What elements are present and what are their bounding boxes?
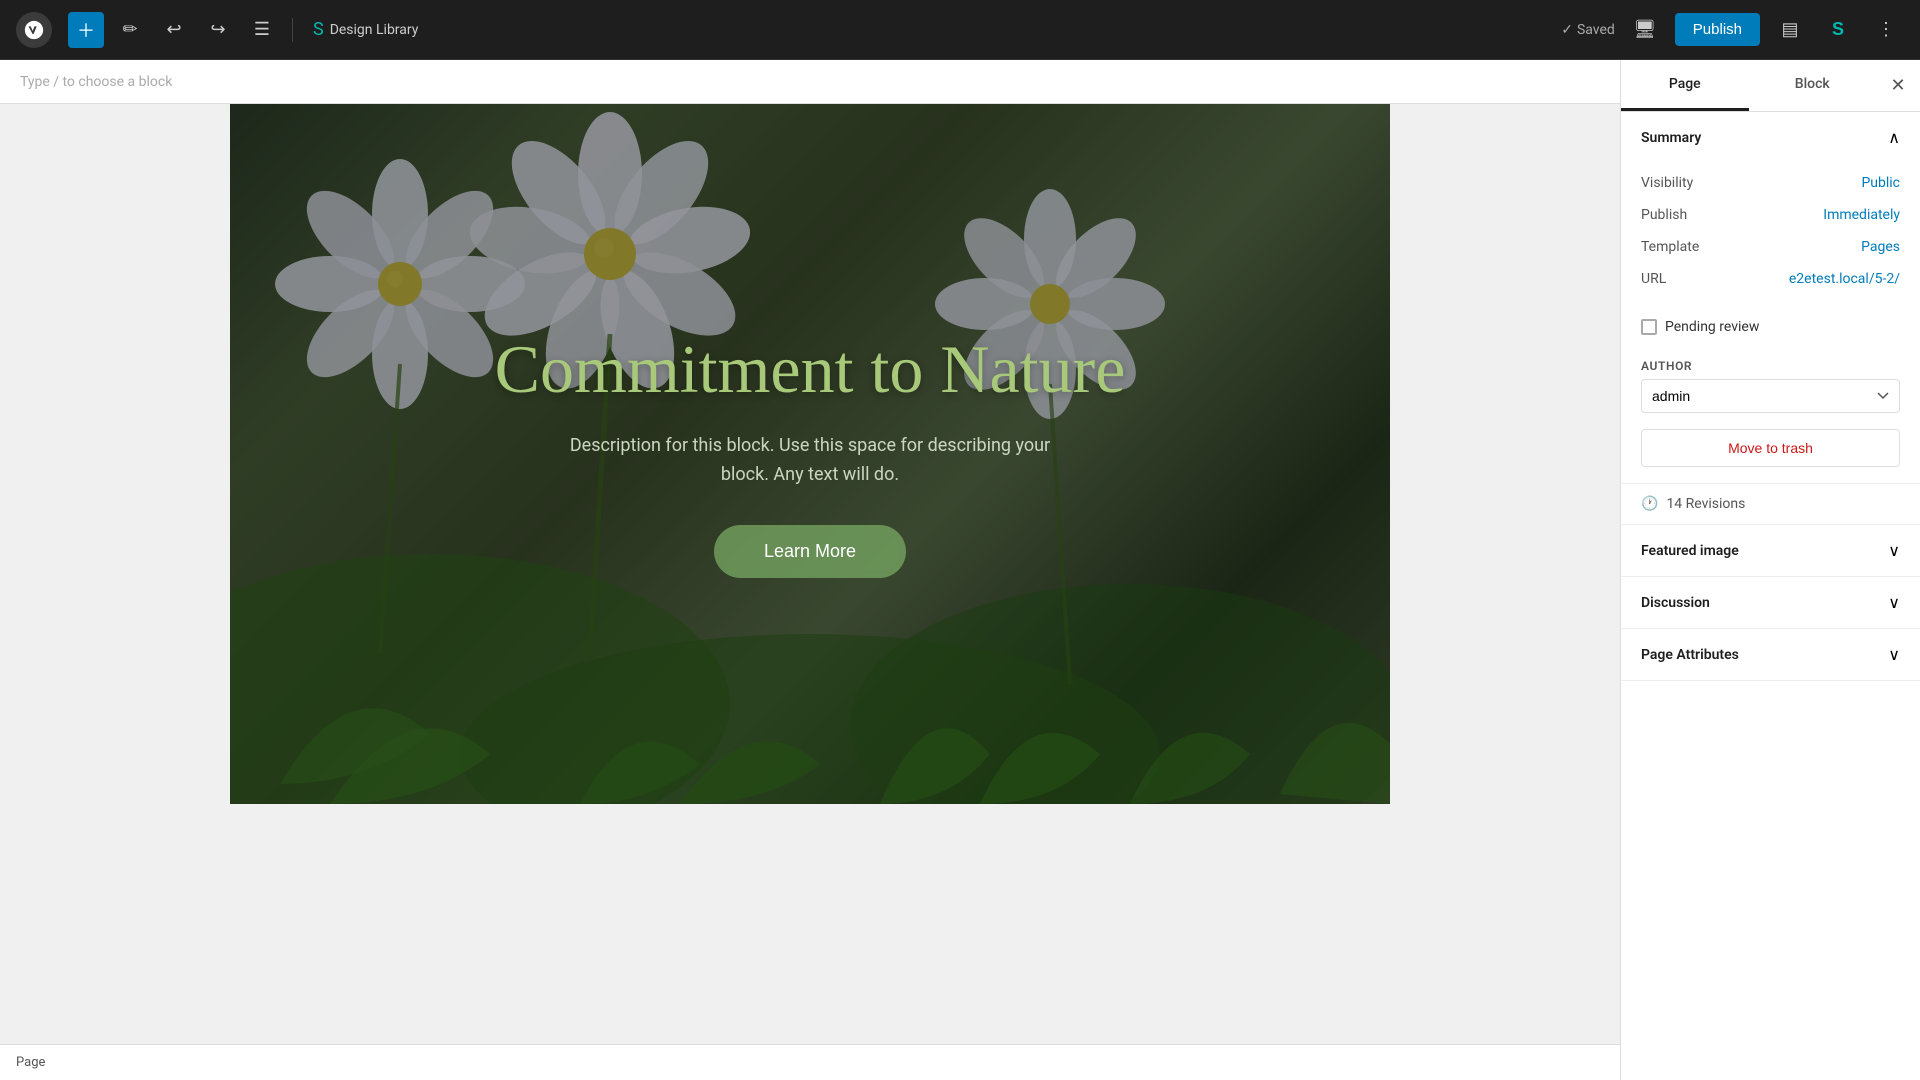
sidebar: Page Block ✕ Summary ∧ Visibility Public… [1620,60,1920,1080]
sidebar-close-button[interactable]: ✕ [1876,60,1920,111]
author-label: AUTHOR [1641,359,1900,373]
scrn-tool-icon: S [1832,19,1844,40]
publish-row: Publish Immediately [1641,199,1900,231]
revisions-row[interactable]: 🕐 14 Revisions [1621,483,1920,524]
chevron-up-icon: ∧ [1888,128,1900,147]
sidebar-tabs: Page Block ✕ [1621,60,1920,112]
pending-review-row: Pending review [1621,311,1920,347]
move-to-trash-button[interactable]: Move to trash [1641,429,1900,467]
chevron-down-icon: ∨ [1888,541,1900,560]
list-icon: ☰ [254,19,270,40]
undo-icon: ↩ [166,19,181,40]
hero-block[interactable]: Commitment to Nature Description for thi… [230,104,1390,804]
design-library[interactable]: S Design Library [313,19,418,40]
author-section: AUTHOR admin [1621,347,1920,429]
template-row: Template Pages [1641,231,1900,263]
monitor-icon: 🖥 [1633,19,1656,40]
template-value[interactable]: Pages [1861,239,1900,255]
pending-review-label: Pending review [1665,319,1759,335]
featured-image-header[interactable]: Featured image ∨ [1621,525,1920,576]
pending-review-checkbox[interactable] [1641,319,1657,335]
summary-header[interactable]: Summary ∧ [1621,112,1920,163]
separator [292,18,293,42]
sidebar-toggle-button[interactable]: ▤ [1772,12,1808,48]
design-library-label: Design Library [330,22,419,38]
tab-block[interactable]: Block [1749,60,1877,111]
page-attributes-section: Page Attributes ∨ [1621,629,1920,681]
chevron-down-icon-3: ∨ [1888,645,1900,664]
more-options-button[interactable]: ⋮ [1868,12,1904,48]
featured-image-title: Featured image [1641,543,1739,559]
hero-description: Description for this block. Use this spa… [560,432,1060,490]
status-bar: Page [0,1044,1620,1080]
list-view-button[interactable]: ☰ [244,12,280,48]
discussion-section: Discussion ∨ [1621,577,1920,629]
main-area: Type / to choose a block [0,60,1920,1080]
undo-button[interactable]: ↩ [156,12,192,48]
toolbar: ＋ ✏ ↩ ↪ ☰ S Design Library ✓ Saved 🖥 Pub… [0,0,1920,60]
edit-button[interactable]: ✏ [112,12,148,48]
visibility-row: Visibility Public [1641,167,1900,199]
url-row: URL e2etest.local/5-2/ [1641,263,1900,295]
featured-image-section: Featured image ∨ [1621,525,1920,577]
summary-section: Summary ∧ Visibility Public Publish Imme… [1621,112,1920,525]
publish-button[interactable]: Publish [1675,13,1760,46]
revisions-label: 14 Revisions [1666,496,1745,512]
visibility-value[interactable]: Public [1861,175,1900,191]
check-icon: ✓ [1561,22,1573,38]
plus-icon: ＋ [77,17,95,43]
url-value[interactable]: e2etest.local/5-2/ [1789,271,1900,287]
discussion-header[interactable]: Discussion ∨ [1621,577,1920,628]
ellipsis-icon: ⋮ [1877,19,1895,40]
page-canvas: Commitment to Nature Description for thi… [230,104,1390,804]
page-attributes-header[interactable]: Page Attributes ∨ [1621,629,1920,680]
editor-area: Type / to choose a block [0,60,1620,1080]
discussion-title: Discussion [1641,595,1710,611]
saved-status: ✓ Saved [1561,22,1615,38]
scrn-tool-button[interactable]: S [1820,12,1856,48]
scrn-icon: S [313,19,324,40]
canvas[interactable]: Commitment to Nature Description for thi… [0,104,1620,1044]
block-hint-text: Type / to choose a block [20,74,172,90]
learn-more-button[interactable]: Learn More [714,525,906,578]
editor-top-bar[interactable]: Type / to choose a block [0,60,1620,104]
close-icon: ✕ [1890,75,1905,96]
visibility-label: Visibility [1641,175,1693,191]
pencil-icon: ✏ [122,19,137,40]
wp-logo[interactable] [16,12,52,48]
hero-content: Commitment to Nature Description for thi… [230,104,1390,804]
summary-title: Summary [1641,130,1701,146]
publish-label: Publish [1641,207,1687,223]
add-block-button[interactable]: ＋ [68,12,104,48]
clock-icon: 🕐 [1641,496,1658,512]
page-attributes-title: Page Attributes [1641,647,1739,663]
summary-content: Visibility Public Publish Immediately Te… [1621,163,1920,311]
author-select[interactable]: admin [1641,379,1900,413]
toolbar-right: ✓ Saved 🖥 Publish ▤ S ⋮ [1561,12,1904,48]
redo-button[interactable]: ↪ [200,12,236,48]
panel-icon: ▤ [1781,19,1798,40]
page-status-label: Page [16,1055,45,1070]
url-label: URL [1641,271,1666,287]
redo-icon: ↪ [210,19,225,40]
hero-title: Commitment to Nature [495,330,1126,408]
template-label: Template [1641,239,1699,255]
chevron-down-icon-2: ∨ [1888,593,1900,612]
preview-button[interactable]: 🖥 [1627,12,1663,48]
publish-value[interactable]: Immediately [1823,207,1900,223]
tab-page[interactable]: Page [1621,60,1749,111]
